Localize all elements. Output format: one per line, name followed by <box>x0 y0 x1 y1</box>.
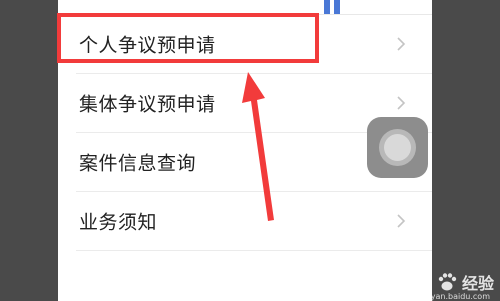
tab-indicator-left <box>324 0 330 14</box>
paw-logo-icon <box>438 273 457 291</box>
watermark-subtext: jingyan.baidu.com <box>416 292 490 301</box>
divider <box>76 250 432 251</box>
menu-item-label: 案件信息查询 <box>79 152 197 175</box>
chevron-right-icon <box>397 214 406 228</box>
assistive-touch-button[interactable] <box>367 117 428 178</box>
watermark-brand-cn: 经验 <box>461 274 494 293</box>
menu-item-label: 集体争议预申请 <box>79 93 216 116</box>
menu-item-label: 业务须知 <box>79 211 158 234</box>
chevron-right-icon <box>397 37 406 51</box>
watermark-brand: Bai <box>396 271 432 293</box>
highlight-box <box>57 13 319 63</box>
tab-indicator-right <box>334 0 340 14</box>
chevron-right-icon <box>397 96 406 110</box>
pointer-arrow-icon <box>242 72 274 221</box>
assistive-touch-dot <box>384 134 411 161</box>
